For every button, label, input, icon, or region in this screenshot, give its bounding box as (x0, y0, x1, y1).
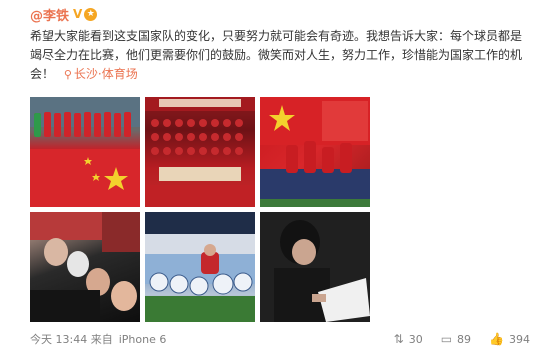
location-link[interactable]: 长沙·体育场 (74, 67, 138, 81)
post-footer: 今天 13:44 来自 iPhone 6 ⇅ 30 ▭ 89 👍 394 (30, 330, 530, 348)
post-header: @李铁 V ★ (30, 5, 98, 24)
repost-icon: ⇅ (393, 332, 404, 346)
medal-icon[interactable]: ★ (84, 7, 98, 21)
comment-count: 89 (457, 332, 472, 346)
location-pin-icon: ⚲ (63, 68, 72, 81)
stadium-selfie-art (30, 212, 140, 322)
post-body: 希望大家能看到这支国家队的变化，只要努力就可能会有奇迹。我想告诉大家：每个球员都… (30, 27, 528, 84)
stadium-selfie-photo[interactable] (30, 212, 140, 322)
ball-on-pitch-art (145, 212, 255, 322)
like-button[interactable]: 👍 394 (489, 332, 530, 346)
thumbs-up-icon: 👍 (489, 332, 504, 346)
repost-count: 30 (408, 332, 423, 346)
team-group-art (145, 97, 255, 207)
comment-button[interactable]: ▭ 89 (441, 332, 471, 346)
team-group-photo[interactable] (145, 97, 255, 207)
coach-writing-photo[interactable] (260, 212, 370, 322)
players-celebrating-art (260, 97, 370, 207)
device-source[interactable]: iPhone 6 (119, 333, 167, 346)
comment-icon: ▭ (440, 332, 453, 346)
ball-on-pitch-photo[interactable] (145, 212, 255, 322)
team-lineup-art (30, 97, 140, 207)
like-count: 394 (509, 332, 530, 346)
verified-icon[interactable]: V (73, 7, 82, 21)
username-link[interactable]: @李铁 (30, 5, 69, 24)
players-celebrating-photo[interactable] (260, 97, 370, 207)
coach-writing-art (260, 212, 370, 322)
image-grid (30, 97, 370, 322)
repost-button[interactable]: ⇅ 30 (394, 332, 423, 346)
post-time[interactable]: 今天 13:44 来自 (30, 331, 113, 347)
team-lineup-photo[interactable] (30, 97, 140, 207)
